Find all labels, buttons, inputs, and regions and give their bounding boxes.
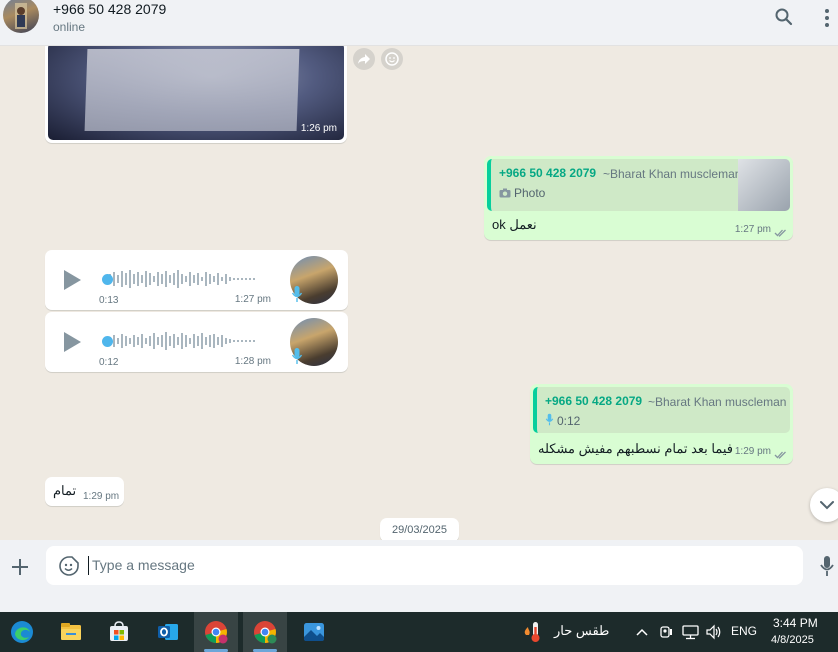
contact-avatar[interactable]	[3, 0, 39, 33]
weather-text: طقس حار	[554, 623, 610, 638]
taskbar-microsoft-store[interactable]	[97, 612, 141, 652]
play-icon[interactable]	[64, 332, 81, 352]
playback-position-handle[interactable]	[102, 274, 113, 285]
windows-taskbar: طقس حار ENG 3:44 PM 4/8/2025	[0, 612, 838, 652]
chevron-down-icon	[820, 501, 834, 510]
outgoing-reply-message[interactable]: +966 50 428 2079 ~Bharat Khan muscleman …	[530, 384, 793, 464]
camera-in-use-icon[interactable]	[658, 624, 674, 640]
file-explorer-icon	[61, 623, 81, 640]
message-time: 1:27 pm	[234, 294, 271, 305]
attach-plus-icon[interactable]	[10, 557, 30, 577]
voice-duration: 0:12	[99, 357, 119, 368]
taskbar-chrome[interactable]	[194, 612, 238, 652]
message-text: ok نعمل	[492, 217, 537, 232]
camera-icon	[499, 188, 511, 198]
input-language[interactable]: ENG	[731, 624, 757, 638]
voice-record-icon[interactable]	[819, 555, 835, 577]
scroll-to-bottom-button[interactable]	[810, 488, 838, 522]
taskbar-photos[interactable]	[292, 612, 336, 652]
photo-content	[84, 49, 300, 131]
photos-icon	[304, 623, 324, 641]
waveform[interactable]	[103, 329, 268, 353]
voice-message[interactable]: 0:13 1:27 pm	[45, 250, 348, 310]
message-time: 1:28 pm	[234, 356, 271, 367]
emoji-sticker-icon[interactable]	[58, 555, 80, 577]
more-options-icon[interactable]	[822, 8, 832, 28]
message-time: 1:29 pm	[83, 491, 120, 502]
photo-thumbnail[interactable]: 1:26 pm	[48, 46, 344, 140]
quoted-message[interactable]: +966 50 428 2079 ~Bharat Khan muscleman …	[487, 159, 790, 211]
quoted-sender-phone: +966 50 428 2079	[499, 166, 597, 180]
quoted-sender-name: ~Bharat Khan muscleman	[648, 395, 787, 409]
taskbar-chrome-profile[interactable]	[243, 612, 287, 652]
thermometer-hot-icon	[524, 622, 540, 642]
text-caret	[88, 556, 89, 575]
message-time: 1:26 pm	[300, 123, 337, 134]
quoted-sender-name: ~Bharat Khan muscleman	[603, 167, 742, 181]
playback-position-handle[interactable]	[102, 336, 113, 347]
microphone-icon	[291, 285, 303, 303]
contact-status: online	[53, 20, 86, 34]
clock-time[interactable]: 3:44 PM	[773, 616, 818, 630]
quoted-voice-label: 0:12	[545, 413, 580, 428]
weather-widget[interactable]: طقس حار	[522, 622, 612, 642]
image-message[interactable]: 1:26 pm	[45, 46, 347, 143]
chat-area[interactable]: 1:26 pm +966 50 428 2079 ~Bharat Khan mu…	[0, 46, 838, 540]
quoted-sender-phone: +966 50 428 2079	[545, 394, 643, 408]
message-text: تمام	[53, 483, 77, 498]
message-input[interactable]: Type a message	[46, 546, 803, 585]
clock-date[interactable]: 4/8/2025	[771, 634, 814, 646]
network-icon[interactable]	[682, 624, 699, 640]
chrome-profile-icon	[254, 621, 277, 644]
emoji-reaction-icon[interactable]	[381, 48, 403, 70]
read-receipt-icon	[774, 447, 788, 459]
chevron-up-icon[interactable]	[635, 624, 649, 640]
forward-icon[interactable]	[353, 48, 375, 70]
microphone-icon	[291, 347, 303, 365]
play-icon[interactable]	[64, 270, 81, 290]
waveform[interactable]	[103, 267, 268, 291]
microsoft-store-icon	[110, 621, 128, 641]
outlook-icon	[158, 624, 178, 640]
microphone-icon	[545, 413, 554, 426]
search-icon[interactable]	[774, 7, 794, 27]
voice-message[interactable]: 0:12 1:28 pm	[45, 312, 348, 372]
taskbar-file-explorer[interactable]	[49, 612, 93, 652]
volume-icon[interactable]	[705, 624, 722, 640]
message-placeholder: Type a message	[92, 557, 195, 573]
read-receipt-icon	[774, 225, 788, 237]
taskbar-outlook[interactable]	[146, 612, 190, 652]
message-composer: Type a message	[0, 540, 838, 612]
contact-name[interactable]: +966 50 428 2079	[53, 1, 166, 17]
edge-icon	[11, 621, 33, 643]
message-time: 1:27 pm	[734, 224, 771, 235]
voice-duration: 0:13	[99, 295, 119, 306]
message-time: 1:29 pm	[734, 446, 771, 457]
chrome-icon	[205, 621, 228, 644]
taskbar-edge[interactable]	[0, 612, 44, 652]
quoted-message[interactable]: +966 50 428 2079 ~Bharat Khan muscleman …	[533, 387, 790, 433]
incoming-text-message[interactable]: تمام 1:29 pm	[45, 477, 124, 506]
quoted-photo-thumbnail	[738, 159, 790, 211]
date-separator: 29/03/2025	[380, 518, 459, 540]
quoted-photo-label: Photo	[499, 186, 545, 200]
message-text: فيما بعد تمام نسطبهم مفيش مشكله	[538, 441, 734, 456]
outgoing-reply-message[interactable]: +966 50 428 2079 ~Bharat Khan muscleman …	[484, 156, 793, 240]
chat-header: +966 50 428 2079 online	[0, 0, 838, 46]
